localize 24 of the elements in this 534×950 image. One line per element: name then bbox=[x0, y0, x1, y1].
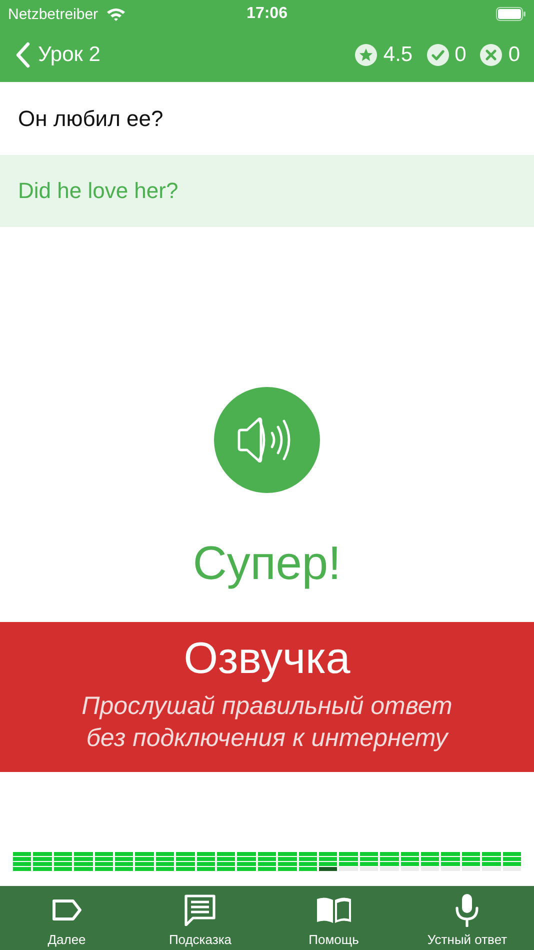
promo-title: Озвучка bbox=[184, 634, 350, 684]
answer-text: Did he love her? bbox=[18, 178, 178, 204]
stat-count: 0 bbox=[454, 43, 466, 67]
wifi-icon bbox=[106, 6, 126, 22]
stat-count: 4.5 bbox=[383, 43, 413, 67]
tag-icon bbox=[50, 897, 83, 923]
tab-bar-item[interactable]: Устный ответ bbox=[400, 886, 534, 950]
book-icon bbox=[314, 895, 353, 925]
microphone-icon bbox=[453, 893, 482, 927]
battery-icon bbox=[496, 7, 526, 21]
question-text: Он любил ее? bbox=[18, 106, 164, 132]
tab-bar-item[interactable]: Далее bbox=[0, 886, 134, 950]
stat-count: 0 bbox=[508, 43, 520, 67]
result-text: Супер! bbox=[192, 535, 342, 590]
status-time: 17:06 bbox=[246, 5, 288, 23]
chevron-left-icon bbox=[16, 42, 30, 68]
cross-icon bbox=[480, 44, 502, 66]
check-icon bbox=[426, 44, 449, 66]
tab-bar-item[interactable]: Помощь bbox=[267, 886, 400, 950]
tab-bar-item[interactable]: Подсказка bbox=[134, 886, 267, 950]
carrier-name: Netzbetreiber bbox=[8, 6, 98, 22]
promo-subtitle: Прослушай правильный ответ без подключения к интернету bbox=[82, 691, 452, 754]
promo-banner[interactable]: Озвучка Прослушай правильный ответ без подключения к интернету bbox=[0, 622, 534, 772]
message-icon bbox=[184, 894, 216, 926]
